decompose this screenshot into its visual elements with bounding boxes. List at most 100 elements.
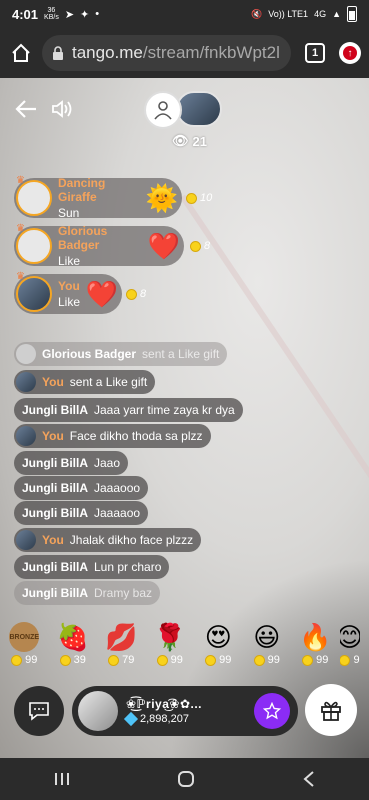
viewer-count: 👁 21 <box>172 133 207 149</box>
url-path: /stream/fnkbWpt2l <box>142 43 280 62</box>
cohost-avatar[interactable] <box>176 91 222 127</box>
smiley-emoji-icon: 😃 <box>253 621 281 652</box>
gift-option-lips[interactable]: 💋 79 <box>97 620 146 678</box>
emoji-icon: 😊 <box>339 621 360 652</box>
host-name: ❀͜͡ℙriya͜͡❀✿... <box>126 697 203 711</box>
coin-icon <box>126 288 137 300</box>
back-button-icon[interactable] <box>302 770 316 788</box>
system-nav-bar <box>0 758 369 800</box>
gift-option-rose[interactable]: 🌹 99 <box>146 620 195 678</box>
gift-coin-count: 8 <box>126 288 146 300</box>
coin-icon <box>11 654 23 666</box>
battery-icon <box>347 6 357 22</box>
chat-bubble-icon <box>29 702 49 721</box>
strawberry-icon: 🍓 <box>56 621 89 652</box>
coin-icon <box>59 654 71 666</box>
chat-message: You Jhalak dikho face plzzz <box>14 528 202 552</box>
gift-option-bronze[interactable]: BRONZE 99 <box>0 620 49 678</box>
diamond-icon <box>123 711 139 727</box>
fire-icon: 🔥 <box>299 621 332 652</box>
dot-icon: • <box>95 8 100 20</box>
crown-icon: ♛ <box>16 223 25 234</box>
gift-coin-count: 8 <box>190 240 210 252</box>
gift-sender-name: You <box>58 279 80 293</box>
sun-icon: 🌞 <box>145 182 178 213</box>
home-button-icon[interactable] <box>177 770 195 788</box>
update-badge-icon: ↑ <box>343 46 357 60</box>
back-arrow-icon[interactable] <box>14 98 38 120</box>
host-avatar[interactable] <box>144 91 182 129</box>
tab-switcher-button[interactable]: 1 <box>305 43 325 63</box>
heart-eyes-emoji-icon: 😍 <box>204 621 232 652</box>
user-avatar[interactable] <box>16 530 36 550</box>
coin-icon <box>302 654 314 666</box>
chat-message: You Face dikho thoda sa plzz <box>14 424 211 448</box>
gift-box-icon <box>321 701 341 721</box>
speaker-icon[interactable] <box>50 98 74 120</box>
user-avatar[interactable]: ♛ <box>16 175 52 216</box>
status-bar: 4:01 36 KB/s ➤ ✦ • 🔇 Vo)) LTE1 4G ▲ <box>0 0 369 28</box>
user-avatar[interactable]: ♛ <box>16 223 52 264</box>
mute-icon: 🔇 <box>250 8 263 19</box>
chat-message: Jungli BillA Lun pr charo <box>14 555 170 579</box>
heart-icon: ❤️ <box>147 230 180 261</box>
coin-icon <box>339 654 351 666</box>
gift-option-strawberry[interactable]: 🍓 39 <box>49 620 98 678</box>
eye-icon: 👁 <box>172 133 189 148</box>
signal-label: 4G <box>314 9 327 19</box>
user-avatar[interactable] <box>16 372 36 392</box>
chat-message: Jungli BillA Jaaaaoo <box>14 501 149 525</box>
chat-message: Jungli BillA Jaao <box>14 451 129 475</box>
user-silhouette-icon <box>154 101 172 120</box>
browser-toolbar: tango.me/stream/fnkbWpt2l 1 ↑ <box>0 28 369 78</box>
gift-name: Like <box>58 254 81 268</box>
gift-option-heart-eyes[interactable]: 😍 99 <box>194 620 243 678</box>
gift-name: Like <box>58 295 81 309</box>
heart-icon: ❤️ <box>85 278 118 309</box>
gift-coin-count: 10 <box>186 192 212 204</box>
lips-icon: 💋 <box>105 621 138 652</box>
live-stream-view[interactable]: 👁 21 ♛ Dancing Giraffe Sun 🌞 10 ♛ Glorio… <box>0 78 369 758</box>
host-pill-avatar[interactable] <box>78 691 118 731</box>
crown-icon: ♛ <box>16 271 25 282</box>
rose-icon: 🌹 <box>153 621 186 652</box>
url-host: tango.me <box>72 43 143 62</box>
telegram-icon: ➤ <box>64 8 75 21</box>
gift-option-partial[interactable]: 😊 9 <box>339 620 360 678</box>
chat-message: Glorious Badger sent a Like gift <box>14 342 228 366</box>
chat-message: Jungli BillA Jaaa yarr time zaya kr dya <box>14 398 243 422</box>
recent-apps-icon[interactable] <box>53 771 71 787</box>
gift-event: ♛ Dancing Giraffe Sun 🌞 <box>14 175 182 220</box>
gift-name: Sun <box>58 206 80 220</box>
net-speed: 36 KB/s <box>44 7 59 21</box>
coin-icon <box>186 192 197 204</box>
star-icon <box>263 702 281 720</box>
follow-button[interactable] <box>254 693 290 729</box>
status-time: 4:01 <box>12 6 39 22</box>
gift-picker-strip: BRONZE 99 🍓 39 💋 79 🌹 99 😍 99 😃 99 🔥 99 <box>0 620 369 678</box>
network-label: Vo)) LTE1 <box>268 9 309 19</box>
gift-option-good-morning[interactable]: 😃 99 <box>243 620 292 678</box>
bronze-badge-icon: BRONZE <box>9 622 40 652</box>
gift-event: ♛ Glorious Badger Like ❤️ <box>14 223 184 268</box>
user-avatar[interactable]: ♛ <box>16 271 52 312</box>
browser-menu-button[interactable]: ↑ <box>339 42 361 64</box>
chat-message: Jungli BillA Jaaaooo <box>14 476 149 500</box>
gift-button[interactable] <box>305 684 357 736</box>
chat-button[interactable] <box>14 686 64 736</box>
gift-sender-name: Dancing Giraffe <box>58 176 106 204</box>
coin-icon <box>253 654 265 666</box>
gift-sender-name: Glorious Badger <box>58 224 108 252</box>
coin-icon <box>108 654 120 666</box>
user-avatar[interactable] <box>16 344 36 364</box>
chat-message: You sent a Like gift <box>14 370 156 394</box>
coin-icon <box>156 654 168 666</box>
gift-option-fire[interactable]: 🔥 99 <box>291 620 340 678</box>
chat-message: Jungli BillA Dramy baz <box>14 581 161 605</box>
signal-icon: ▲ <box>332 9 341 19</box>
address-bar[interactable]: tango.me/stream/fnkbWpt2l <box>42 35 291 71</box>
crown-icon: ♛ <box>16 175 25 186</box>
user-avatar[interactable] <box>16 426 36 446</box>
home-icon[interactable] <box>8 40 34 66</box>
lock-icon <box>53 46 63 60</box>
